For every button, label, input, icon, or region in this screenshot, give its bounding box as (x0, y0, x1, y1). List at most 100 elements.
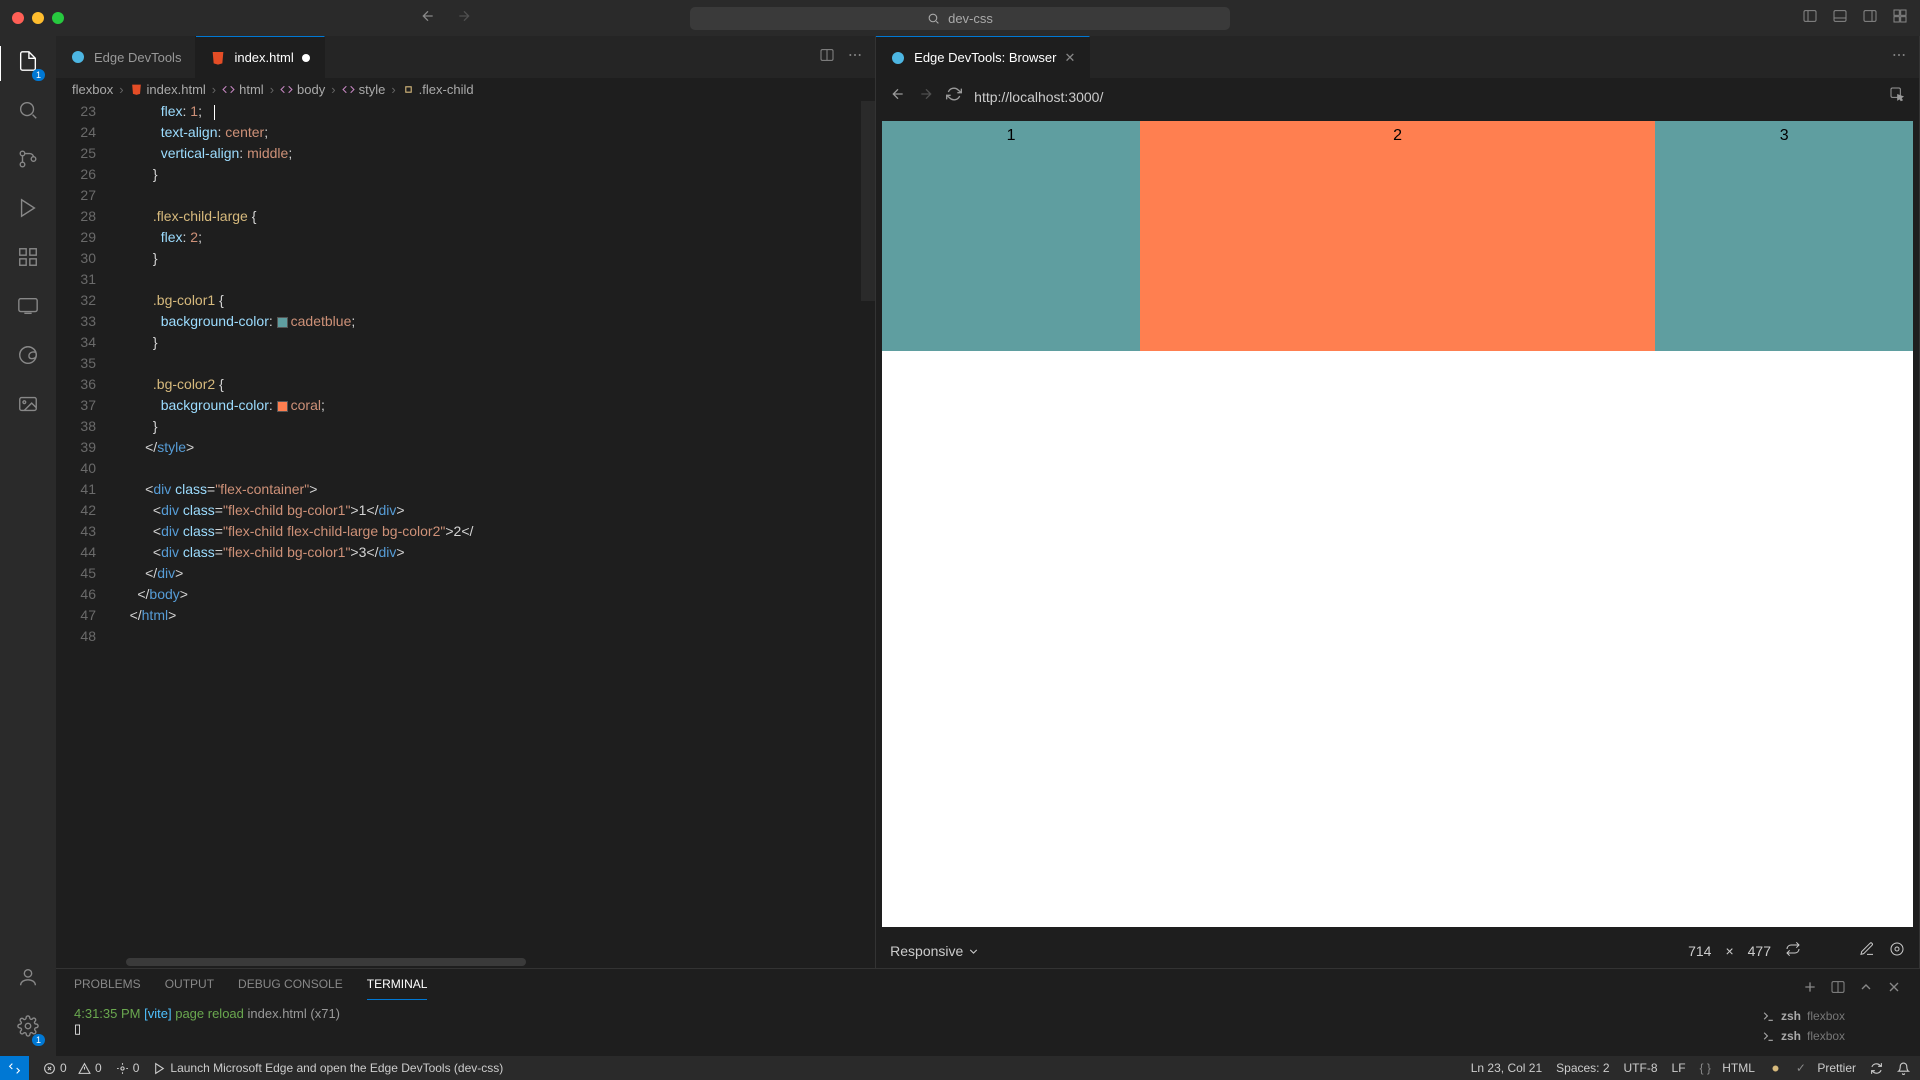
tab-index-html[interactable]: index.html (196, 36, 324, 78)
toggle-panel-icon[interactable] (1832, 8, 1848, 29)
terminal-icon (1762, 1030, 1775, 1043)
command-center[interactable]: dev-css (690, 7, 1230, 30)
bottom-panel: PROBLEMS OUTPUT DEBUG CONSOLE TERMINAL 4… (56, 968, 1920, 1056)
status-problems[interactable]: 0 0 (43, 1061, 102, 1075)
panel-tab-terminal[interactable]: TERMINAL (367, 977, 428, 1000)
html-file-icon (210, 50, 226, 66)
breadcrumb-item[interactable]: html (222, 82, 264, 97)
nav-back-icon[interactable] (420, 8, 436, 29)
customize-layout-icon[interactable] (1892, 8, 1908, 29)
settings-icon[interactable] (1889, 941, 1905, 960)
status-ports[interactable]: 0 (116, 1061, 140, 1075)
breadcrumb-item[interactable]: style (342, 82, 386, 97)
accounts-icon[interactable] (17, 966, 39, 993)
maximize-window-button[interactable] (52, 12, 64, 24)
breadcrumb[interactable]: flexbox› index.html› html› body› style› … (56, 78, 875, 101)
status-prettier[interactable]: ✓ Prettier (1796, 1061, 1856, 1075)
maximize-panel-icon[interactable] (1858, 979, 1874, 998)
breadcrumb-item[interactable]: index.html (130, 82, 206, 97)
terminal-cursor: ▯ (74, 1021, 1762, 1037)
panel-tab-output[interactable]: OUTPUT (165, 977, 214, 1000)
search-view-icon[interactable] (17, 99, 39, 126)
preview-box-2: 2 (1140, 121, 1655, 351)
breadcrumb-item[interactable]: .flex-child (402, 82, 474, 97)
inspect-icon[interactable] (1889, 86, 1905, 107)
browser-back-icon[interactable] (890, 86, 906, 107)
toggle-secondary-sidebar-icon[interactable] (1862, 8, 1878, 29)
status-cursor[interactable]: Ln 23, Col 21 (1471, 1061, 1542, 1075)
more-actions-icon[interactable] (847, 47, 863, 68)
status-language[interactable]: { } HTML (1700, 1061, 1755, 1075)
browser-forward-icon[interactable] (918, 86, 934, 107)
preview-box-3: 3 (1655, 121, 1913, 351)
more-actions-icon[interactable] (1891, 47, 1907, 68)
editor-tabs: Edge DevTools index.html (56, 36, 875, 78)
title-bar: dev-css (0, 0, 1920, 36)
terminal-session[interactable]: zsh flexbox (1762, 1006, 1902, 1026)
status-bell-icon[interactable] (1897, 1061, 1910, 1075)
rotate-icon[interactable] (1785, 941, 1801, 960)
extensions-icon[interactable] (17, 246, 39, 273)
tab-edge-browser[interactable]: Edge DevTools: Browser ✕ (876, 36, 1090, 78)
viewport-sep: × (1725, 943, 1733, 959)
minimize-window-button[interactable] (32, 12, 44, 24)
activity-bar: 1 1 (0, 36, 56, 1056)
panel-tabs: PROBLEMS OUTPUT DEBUG CONSOLE TERMINAL (56, 969, 1920, 1000)
terminal[interactable]: 4:31:35 PM [vite] page reload index.html… (56, 1000, 1920, 1056)
browser-reload-icon[interactable] (946, 86, 962, 107)
status-sync-icon[interactable] (1870, 1061, 1883, 1075)
status-encoding[interactable]: UTF-8 (1624, 1061, 1658, 1075)
remote-explorer-icon[interactable] (17, 295, 39, 322)
edit-icon[interactable] (1859, 941, 1875, 960)
settings-badge: 1 (32, 1034, 45, 1046)
code-editor[interactable]: 2324252627282930313233343536373839404142… (56, 101, 875, 968)
explorer-badge: 1 (32, 69, 45, 81)
remote-button[interactable] (0, 1056, 29, 1080)
browser-preview[interactable]: 1 2 3 (882, 121, 1913, 927)
horizontal-scrollbar[interactable] (126, 958, 526, 966)
device-mode-select[interactable]: Responsive (890, 943, 980, 959)
panel-tab-problems[interactable]: PROBLEMS (74, 977, 141, 1000)
source-control-icon[interactable] (17, 148, 39, 175)
close-window-button[interactable] (12, 12, 24, 24)
edge-tools-icon[interactable] (17, 344, 39, 371)
split-terminal-icon[interactable] (1830, 979, 1846, 998)
minimap[interactable] (861, 101, 875, 301)
new-terminal-icon[interactable] (1802, 979, 1818, 998)
workspace-name: dev-css (948, 11, 993, 26)
tab-edge-devtools[interactable]: Edge DevTools (56, 36, 196, 78)
run-debug-icon[interactable] (17, 197, 39, 224)
dirty-indicator-icon (302, 54, 310, 62)
toggle-primary-sidebar-icon[interactable] (1802, 8, 1818, 29)
url-input[interactable] (974, 89, 1877, 105)
terminal-icon (1762, 1010, 1775, 1023)
media-icon[interactable] (17, 393, 39, 420)
tab-label: index.html (234, 50, 293, 65)
status-live-icon[interactable] (1769, 1061, 1782, 1075)
panel-tab-debug-console[interactable]: DEBUG CONSOLE (238, 977, 343, 1000)
code-content[interactable]: flex: 1; text-align: center; vertical-al… (114, 101, 875, 968)
terminal-session[interactable]: zsh flexbox (1762, 1026, 1902, 1046)
preview-box-1: 1 (882, 121, 1140, 351)
viewport-height[interactable]: 477 (1748, 943, 1771, 959)
viewport-width[interactable]: 714 (1688, 943, 1711, 959)
explorer-icon[interactable]: 1 (17, 50, 39, 77)
split-editor-icon[interactable] (819, 47, 835, 68)
edge-icon (890, 50, 906, 66)
settings-gear-icon[interactable]: 1 (17, 1015, 39, 1042)
status-launch[interactable]: Launch Microsoft Edge and open the Edge … (153, 1061, 503, 1075)
window-controls (12, 12, 64, 24)
terminal-sessions: zsh flexbox zsh flexbox (1762, 1006, 1902, 1046)
breadcrumb-item[interactable]: body (280, 82, 325, 97)
close-tab-icon[interactable]: ✕ (1065, 50, 1076, 66)
browser-toolbar (876, 78, 1919, 115)
breadcrumb-item[interactable]: flexbox (72, 82, 113, 97)
status-eol[interactable]: LF (1672, 1061, 1686, 1075)
edge-icon (70, 49, 86, 65)
tab-label: Edge DevTools (94, 50, 181, 65)
nav-forward-icon[interactable] (456, 8, 472, 29)
layout-controls (1802, 8, 1908, 29)
close-panel-icon[interactable] (1886, 979, 1902, 998)
emulation-bar: Responsive 714 × 477 (876, 933, 1919, 968)
status-spaces[interactable]: Spaces: 2 (1556, 1061, 1609, 1075)
